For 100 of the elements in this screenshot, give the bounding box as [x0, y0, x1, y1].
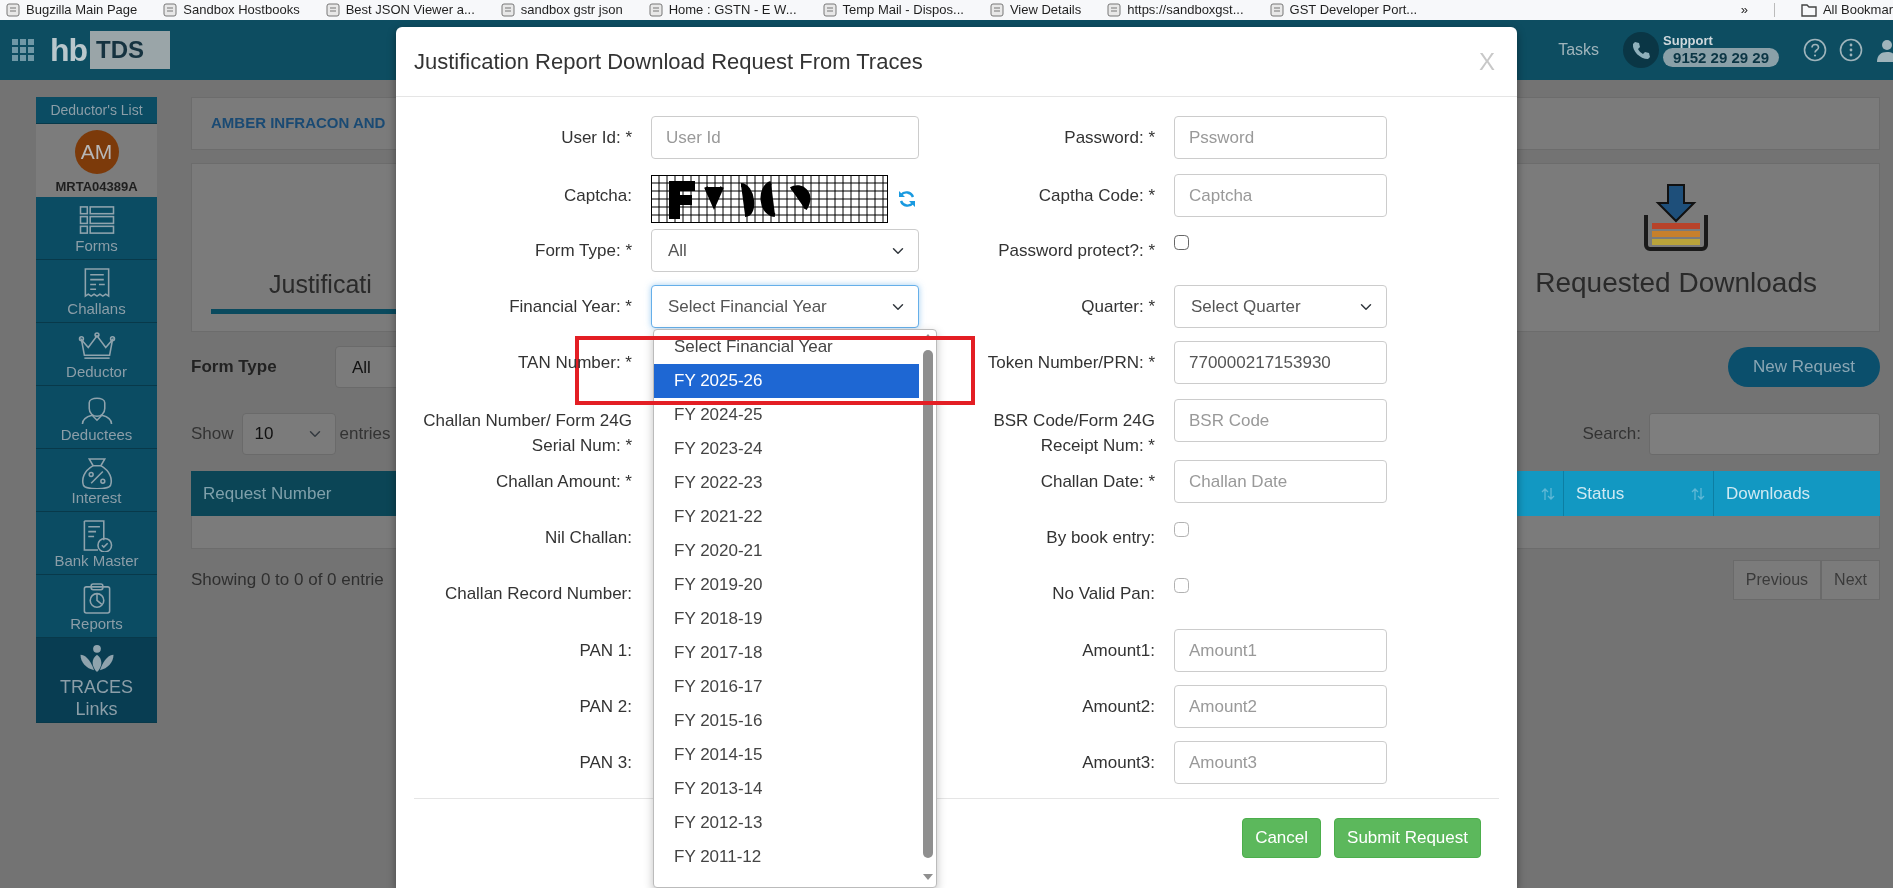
dropdown-option[interactable]: FY 2013-14	[654, 772, 919, 806]
dropdown-option[interactable]: FY 2023-24	[654, 432, 919, 466]
tasks-link[interactable]: Tasks	[1558, 38, 1600, 62]
dropdown-option[interactable]: Select Financial Year	[654, 330, 919, 364]
scrollbar-thumb[interactable]	[922, 350, 933, 858]
field-label: Challan Amount: *	[495, 471, 632, 493]
bookmark-link[interactable]: Bugzilla Main Page	[6, 0, 138, 20]
field-label: Financial Year: *	[509, 296, 632, 318]
field-label: Amount1:	[1082, 640, 1155, 662]
dropdown-option[interactable]: FY 2024-25	[654, 398, 919, 432]
folder-icon	[1800, 3, 1817, 17]
input-field[interactable]: User Id	[651, 116, 919, 159]
dropdown-option[interactable]: FY 2025-26	[654, 364, 919, 398]
support-label: Support	[1663, 33, 1714, 48]
input-field[interactable]: BSR Code	[1174, 399, 1387, 442]
field-label: No Valid Pan:	[1052, 583, 1155, 605]
bookmark-link[interactable]: Sandbox Hostbooks	[163, 0, 300, 20]
input-field[interactable]: 770000217153930	[1174, 341, 1387, 384]
select-field[interactable]: Select Financial Year	[651, 285, 919, 328]
input-field[interactable]: Amount3	[1174, 741, 1387, 784]
dropdown-option[interactable]: FY 2012-13	[654, 806, 919, 840]
column-header[interactable]: Request Number	[191, 471, 332, 516]
deductor-id: MRTA04389A	[55, 178, 138, 196]
refresh-icon[interactable]	[897, 188, 917, 209]
logo-badge: TDS	[90, 31, 171, 69]
scroll-down-icon[interactable]	[922, 874, 933, 880]
input-field[interactable]: Pssword	[1174, 116, 1387, 159]
company-name: AMBER INFRACON AND	[211, 113, 386, 134]
checkbox[interactable]	[1174, 235, 1189, 250]
field-label: PAN 2:	[579, 696, 632, 718]
all-bookmarks-link[interactable]: All Bookmar	[1800, 0, 1893, 20]
bookmark-link[interactable]: https://sandboxgst...	[1107, 0, 1244, 20]
dropdown-option[interactable]: FY 2020-21	[654, 534, 919, 568]
field-label: Challan Number/ Form 24G Serial Num: *	[422, 410, 632, 457]
apps-icon[interactable]	[12, 39, 34, 61]
bookmark-link[interactable]: GST Developer Port...	[1269, 0, 1418, 20]
field-label: Challan Date: *	[1040, 471, 1155, 493]
field-label: BSR Code/Form 24G Receipt Num: *	[992, 410, 1155, 457]
bookmark-link[interactable]: View Details	[989, 0, 1082, 20]
filter-label: Form Type	[191, 356, 278, 379]
bookmark-link[interactable]: Temp Mail - Dispos...	[822, 0, 964, 20]
help-icon[interactable]	[1803, 38, 1827, 62]
site-icon	[648, 3, 663, 17]
field-label: Amount2:	[1082, 696, 1155, 718]
support-phone: 9152 29 29 29	[1663, 47, 1779, 67]
field-label: Nil Challan:	[545, 527, 632, 549]
user-icon[interactable]	[1875, 38, 1893, 62]
site-icon	[822, 3, 837, 17]
bookmark-link[interactable]: sandbox gstr json	[500, 0, 623, 20]
site-icon	[163, 3, 178, 17]
phone-icon	[1631, 40, 1652, 60]
dropdown-option[interactable]: FY 2019-20	[654, 568, 919, 602]
select-field[interactable]: Select Quarter	[1174, 285, 1387, 328]
dropdown-option[interactable]: FY 2015-16	[654, 704, 919, 738]
input-field[interactable]: Captcha	[1174, 174, 1387, 217]
input-field[interactable]: Amount1	[1174, 629, 1387, 672]
more-bookmarks-button[interactable]: »	[1740, 0, 1748, 20]
site-icon	[1107, 3, 1122, 17]
field-label: Captha Code: *	[1038, 185, 1155, 207]
show-label: Show	[191, 423, 234, 446]
input-field[interactable]: Challan Date	[1174, 460, 1387, 503]
field-label: Amount3:	[1082, 752, 1155, 774]
dropdown-option[interactable]: FY 2011-12	[654, 840, 919, 874]
field-label: PAN 3:	[579, 752, 632, 774]
field-label: Challan Record Number:	[444, 583, 632, 605]
field-label: Password: *	[1064, 127, 1155, 149]
dropdown-option[interactable]: FY 2022-23	[654, 466, 919, 500]
input-field[interactable]: Amount2	[1174, 685, 1387, 728]
phone-button[interactable]	[1623, 32, 1660, 68]
sidebar-item[interactable]: TRACES Links	[36, 638, 157, 723]
field-label: Quarter: *	[1081, 296, 1155, 318]
field-label: Token Number/PRN: *	[987, 352, 1155, 374]
more-icon[interactable]	[1839, 38, 1863, 62]
entries-label: entries	[339, 423, 391, 446]
dropdown-option[interactable]: FY 2017-18	[654, 636, 919, 670]
avatar: AM	[74, 130, 119, 174]
field-label: PAN 1:	[579, 640, 632, 662]
dropdown-option[interactable]: FY 2021-22	[654, 500, 919, 534]
new-request-button[interactable]: New Request	[1728, 347, 1880, 387]
field-label: Form Type: *	[535, 240, 632, 262]
site-icon	[6, 3, 20, 17]
site-icon	[989, 3, 1004, 17]
dropdown-option[interactable]: FY 2016-17	[654, 670, 919, 704]
page-size-select[interactable]: 10	[241, 413, 336, 455]
logo-text: hb	[50, 31, 88, 70]
dropdown-option[interactable]: FY 2014-15	[654, 738, 919, 772]
bookmark-link[interactable]: Home : GSTN - E W...	[648, 0, 797, 20]
site-icon	[500, 3, 515, 17]
field-label: User Id: *	[561, 127, 632, 149]
bookmark-link[interactable]: Best JSON Viewer a...	[325, 0, 475, 20]
dialog-title: Justification Report Download Request From Traces	[414, 48, 923, 76]
field-label: By book entry:	[1046, 527, 1155, 549]
site-icon	[1269, 3, 1284, 17]
search-label: Search:	[1582, 423, 1641, 446]
select-field[interactable]: All	[651, 229, 919, 272]
site-icon	[325, 3, 340, 17]
table-info: Showing 0 to 0 of 0 entrie	[191, 569, 384, 592]
field-label: Captcha:	[563, 185, 632, 207]
dropdown-option[interactable]: FY 2018-19	[654, 602, 919, 636]
field-label: Password protect?: *	[998, 240, 1155, 262]
